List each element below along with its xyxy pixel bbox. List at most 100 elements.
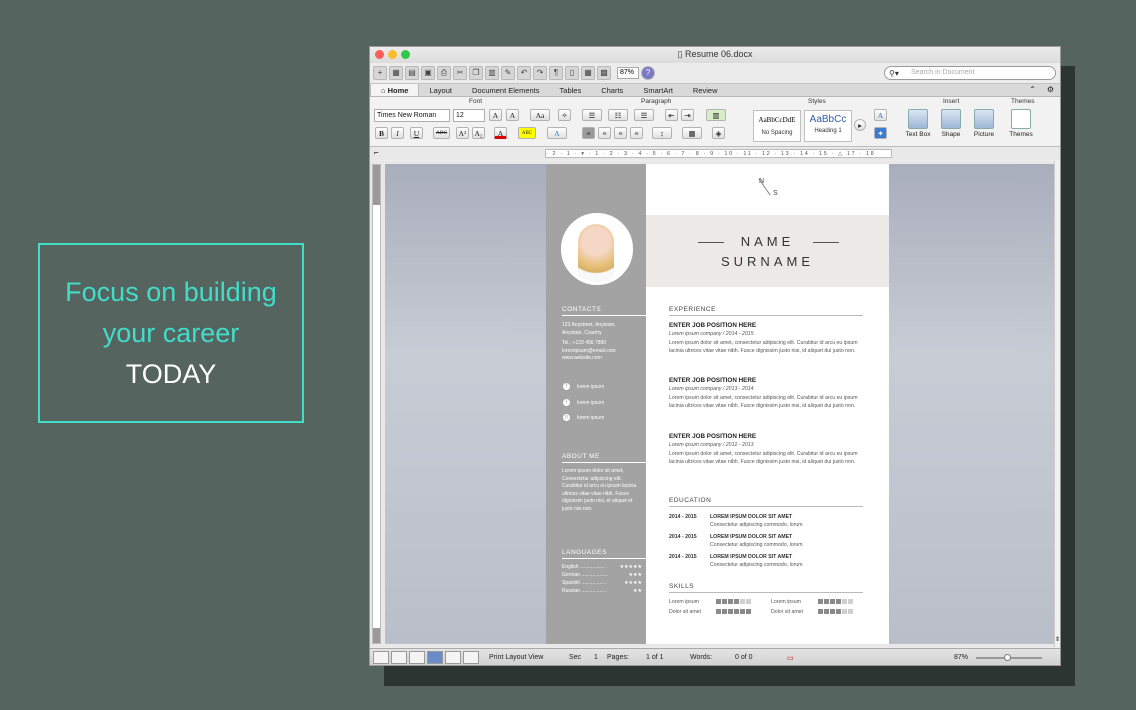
strikethrough-button[interactable]: ABC (433, 127, 450, 139)
skill-level-segment (824, 599, 829, 604)
style-no-spacing[interactable]: AaBbCcDdE No Spacing (753, 110, 801, 142)
align-right-button[interactable]: ≡ (614, 127, 627, 139)
notebook-view-button[interactable] (445, 651, 461, 664)
font-size-select[interactable]: 12 (453, 109, 485, 122)
tab-smartart[interactable]: SmartArt (633, 84, 683, 96)
decrease-indent-icon[interactable]: ⇤ (665, 109, 678, 121)
zoom-select[interactable]: 87% (617, 67, 639, 79)
font-color-button[interactable]: A (494, 127, 507, 139)
align-left-button[interactable]: ≡ (582, 127, 595, 139)
tab-tables[interactable]: Tables (550, 84, 592, 96)
font-name-select[interactable]: Times New Roman (374, 109, 450, 122)
skill-level-segment (848, 599, 853, 604)
zoom-slider[interactable] (976, 654, 1042, 661)
line-spacing-icon[interactable]: ↕ (652, 127, 672, 139)
toolbox-icon[interactable]: ▩ (597, 66, 611, 80)
tab-charts[interactable]: Charts (591, 84, 633, 96)
skill-level-segment (836, 609, 841, 614)
underline-button[interactable]: U (410, 127, 423, 139)
vertical-scrollbar[interactable]: ⇕ (1054, 161, 1060, 647)
numbering-icon[interactable]: ☷ (608, 109, 628, 121)
bold-button[interactable]: B (375, 127, 388, 139)
templates-icon[interactable]: ▦ (389, 66, 403, 80)
shading-icon[interactable]: ◈ (712, 127, 725, 139)
title-bar[interactable]: ▯ Resume 06.docx (370, 47, 1060, 63)
cut-icon[interactable]: ✂ (453, 66, 467, 80)
gallery-icon[interactable]: ▦ (581, 66, 595, 80)
themes-button[interactable]: Themes (1006, 109, 1036, 138)
outline-view-button[interactable] (391, 651, 407, 664)
zoom-slider-knob[interactable] (1004, 654, 1011, 661)
tab-home[interactable]: ⌂ Home (370, 84, 420, 96)
borders-icon[interactable]: ▦ (682, 127, 702, 139)
align-center-button[interactable]: ≡ (598, 127, 611, 139)
format-painter-icon[interactable]: ✎ (501, 66, 515, 80)
search-input[interactable]: ⚲▾ Search in Document (884, 66, 1056, 80)
pinterest-link[interactable]: p lorem ipsum (563, 414, 604, 421)
contact-details: 123 Anystreet, Anytown, Anystate, Countr… (562, 322, 616, 361)
superscript-button[interactable]: A² (456, 127, 469, 139)
help-icon[interactable]: ? (641, 66, 655, 80)
resume-page[interactable]: CONTACTS 123 Anystreet, Anytown, Anystat… (546, 164, 889, 644)
draft-view-button[interactable] (373, 651, 389, 664)
redo-icon[interactable]: ↷ (533, 66, 547, 80)
open-icon[interactable]: ▤ (405, 66, 419, 80)
pages-label: Pages: (607, 654, 629, 661)
italic-button[interactable]: I (391, 127, 404, 139)
insert-picture-button[interactable]: Picture (969, 109, 999, 138)
scroll-nav-icon[interactable]: ⇕ (1055, 636, 1060, 643)
bullets-icon[interactable]: ☰ (582, 109, 602, 121)
style-pane-icon[interactable]: ✦ (874, 127, 887, 139)
tab-layout[interactable]: Layout (419, 84, 462, 96)
skill-level-bar (818, 599, 853, 604)
focus-view-button[interactable] (463, 651, 479, 664)
subscript-button[interactable]: A₂ (472, 127, 485, 139)
collapse-ribbon-icon[interactable]: ⌃ (1029, 85, 1036, 94)
proofing-icon[interactable]: ▭ (787, 654, 794, 662)
ribbon-tabs: ⌂ Home Layout Document Elements Tables C… (370, 83, 1060, 97)
text-effects-button[interactable]: A (547, 127, 567, 139)
multilevel-list-icon[interactable]: ☰ (634, 109, 654, 121)
new-document-icon[interactable]: + (373, 66, 387, 80)
skill-item: Dolor sit amet (771, 609, 871, 615)
tab-review[interactable]: Review (683, 84, 728, 96)
highlight-button[interactable]: ABC (518, 127, 536, 139)
facebook-icon: f (563, 383, 570, 390)
styles-more-icon[interactable]: ▸ (854, 119, 866, 131)
tab-stop-icon[interactable]: ⌐ (374, 148, 379, 157)
print-layout-view-button[interactable] (427, 651, 443, 664)
copy-icon[interactable]: ❐ (469, 66, 483, 80)
grow-font-icon[interactable]: A (489, 109, 502, 121)
horizontal-ruler[interactable]: ⌐ · 2 · 1 · ▾ · 1 · 2 · 3 · 4 · 5 · 6 · … (370, 147, 1060, 160)
picture-icon (974, 109, 994, 129)
change-case-icon[interactable]: Aa (530, 109, 550, 121)
style-heading-1-preview: AaBbCc (809, 114, 847, 125)
columns-icon[interactable]: ▥ (706, 109, 726, 121)
ribbon-settings-icon[interactable]: ⚙ (1047, 85, 1054, 94)
justify-button[interactable]: ≡ (630, 127, 643, 139)
publishing-view-button[interactable] (409, 651, 425, 664)
document-canvas[interactable]: CONTACTS 123 Anystreet, Anytown, Anystat… (385, 164, 1054, 644)
pilcrow-icon[interactable]: ¶ (549, 66, 563, 80)
save-icon[interactable]: ▣ (421, 66, 435, 80)
sidebar-icon[interactable]: ▯ (565, 66, 579, 80)
facebook-link[interactable]: f lorem ipsum (563, 383, 604, 390)
paste-icon[interactable]: ▥ (485, 66, 499, 80)
shrink-font-icon[interactable]: A (506, 109, 519, 121)
clear-format-icon[interactable]: ✧ (558, 109, 571, 121)
insert-textbox-button[interactable]: Text Box (903, 109, 933, 138)
tab-document-elements[interactable]: Document Elements (462, 84, 550, 96)
twitter-link[interactable]: t lorem ipsum (563, 399, 604, 406)
style-heading-1[interactable]: AaBbCc Heading 1 (804, 110, 852, 142)
style-effects-icon[interactable]: A (874, 109, 887, 121)
undo-icon[interactable]: ↶ (517, 66, 531, 80)
search-icon: ⚲▾ (889, 69, 899, 78)
skill-level-segment (728, 609, 733, 614)
print-icon[interactable]: ⎙ (437, 66, 451, 80)
skill-level-segment (836, 599, 841, 604)
insert-shape-button[interactable]: Shape (936, 109, 966, 138)
font-group-label: Font (469, 98, 483, 105)
increase-indent-icon[interactable]: ⇥ (681, 109, 694, 121)
vertical-ruler[interactable] (372, 164, 381, 644)
skill-level-bar (716, 599, 751, 604)
